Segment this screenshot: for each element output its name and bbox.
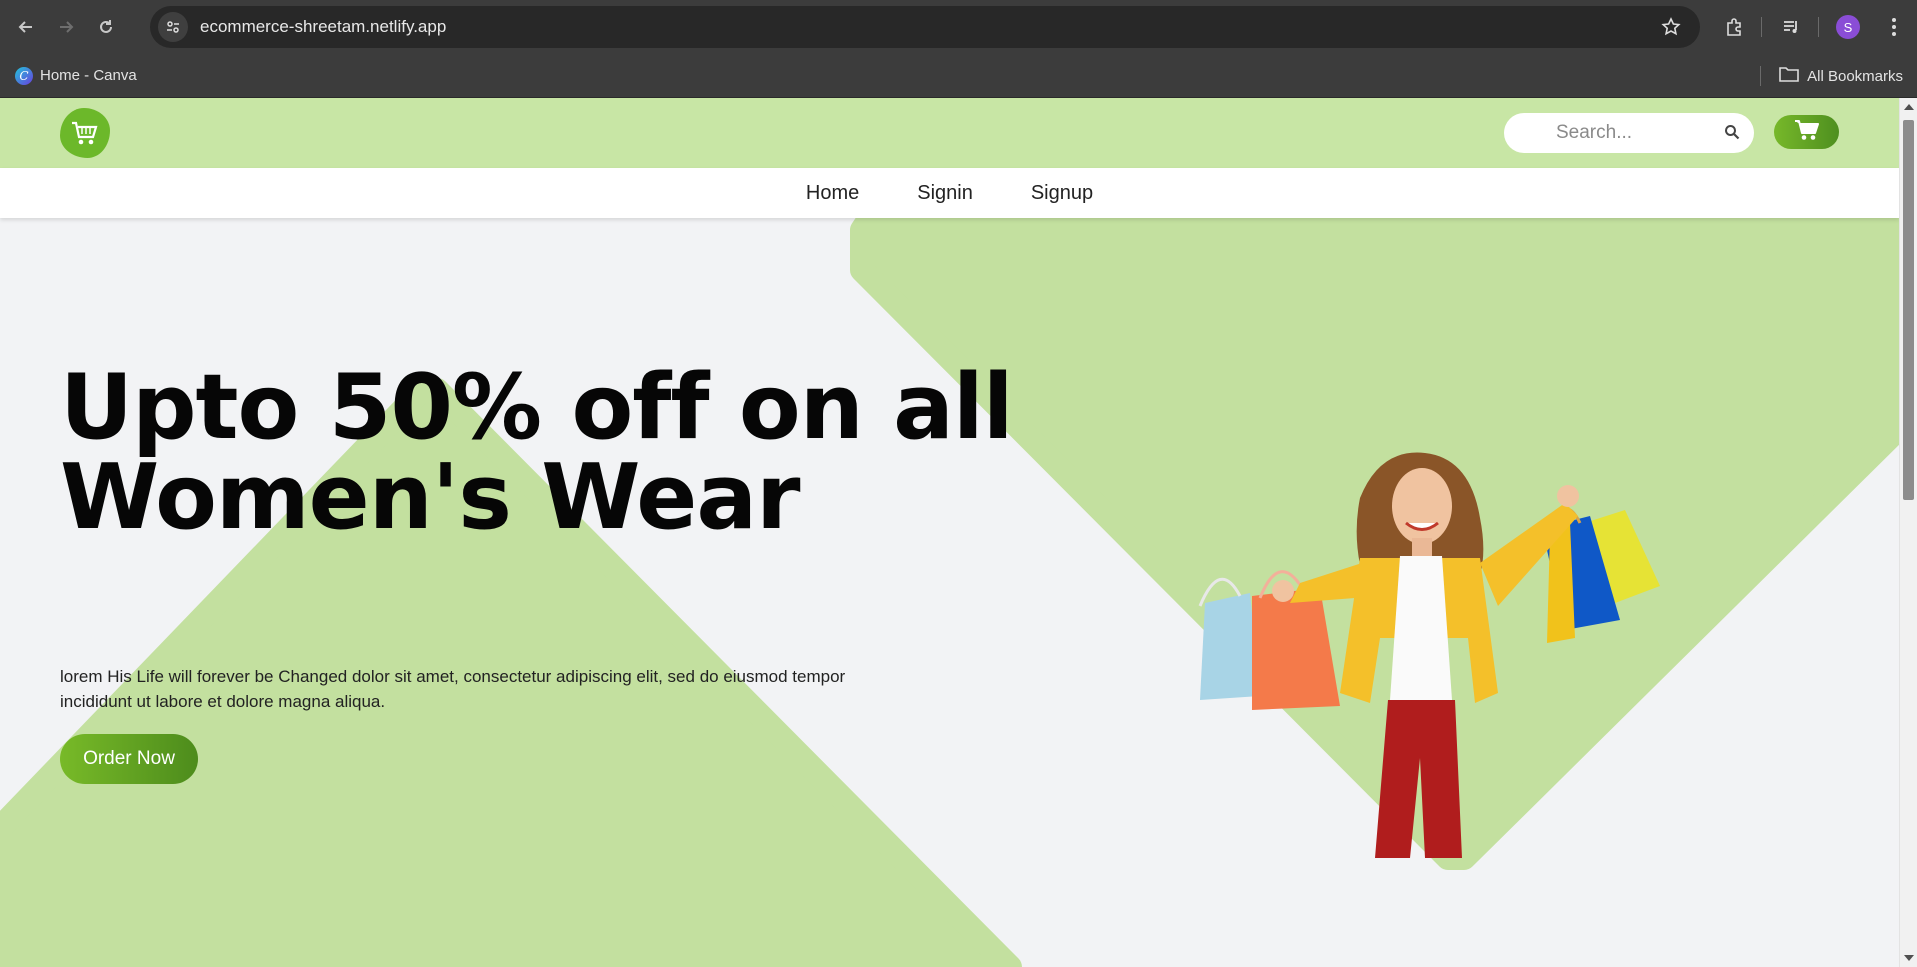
back-icon[interactable]: [12, 13, 40, 41]
hero-description: lorem His Life will forever be Changed d…: [60, 667, 846, 711]
scroll-up-arrow-icon[interactable]: [1904, 104, 1914, 110]
url-text[interactable]: ecommerce-shreetam.netlify.app: [200, 17, 446, 37]
cart-icon: [1794, 119, 1820, 146]
page-viewport: Home Signin Signup Upto 50% off on all W…: [0, 98, 1899, 967]
bookmark-item[interactable]: C Home - Canva: [15, 66, 137, 85]
menu-kebab-icon[interactable]: [1877, 10, 1911, 44]
profile-button[interactable]: S: [1831, 10, 1865, 44]
bookmarks-divider: [1760, 66, 1762, 86]
extensions-icon[interactable]: [1717, 10, 1751, 44]
scroll-down-arrow-icon[interactable]: [1904, 955, 1914, 961]
folder-icon: [1779, 66, 1799, 86]
avatar: S: [1836, 15, 1860, 39]
all-bookmarks-label: All Bookmarks: [1807, 67, 1903, 85]
search-box: [1504, 113, 1754, 153]
page-scrollbar[interactable]: [1899, 98, 1917, 967]
nav-home[interactable]: Home: [806, 182, 859, 205]
canva-icon: C: [15, 66, 33, 85]
main-nav: Home Signin Signup: [0, 168, 1899, 218]
shopping-cart-logo-icon[interactable]: [60, 108, 110, 158]
scroll-thumb[interactable]: [1903, 120, 1914, 500]
reload-icon[interactable]: [92, 13, 120, 41]
bookmark-label: Home - Canva: [40, 67, 137, 84]
site-settings-icon[interactable]: [158, 12, 188, 42]
order-now-button[interactable]: Order Now: [60, 734, 198, 784]
toolbar-divider: [1818, 17, 1819, 37]
nav-signin[interactable]: Signin: [917, 182, 973, 205]
toolbar-divider: [1761, 17, 1762, 37]
forward-icon[interactable]: [52, 13, 80, 41]
all-bookmarks-button[interactable]: All Bookmarks: [1760, 54, 1903, 98]
cart-button[interactable]: [1774, 115, 1839, 149]
site-header: [0, 98, 1899, 168]
browser-toolbar: ecommerce-shreetam.netlify.app S: [0, 0, 1917, 54]
search-input[interactable]: [1554, 121, 1708, 145]
bookmarks-bar: C Home - Canva All Bookmarks: [0, 54, 1917, 98]
hero-title: Upto 50% off on all Women's Wear: [60, 363, 1014, 543]
bookmark-star-icon[interactable]: [1660, 16, 1682, 38]
search-icon[interactable]: [1724, 124, 1740, 145]
hero-woman-shopping-image: [1198, 452, 1660, 858]
media-controls-icon[interactable]: [1774, 10, 1808, 44]
address-bar[interactable]: ecommerce-shreetam.netlify.app: [150, 6, 1700, 48]
hero-title-line2: Women's Wear: [60, 445, 800, 550]
nav-signup[interactable]: Signup: [1031, 182, 1093, 205]
